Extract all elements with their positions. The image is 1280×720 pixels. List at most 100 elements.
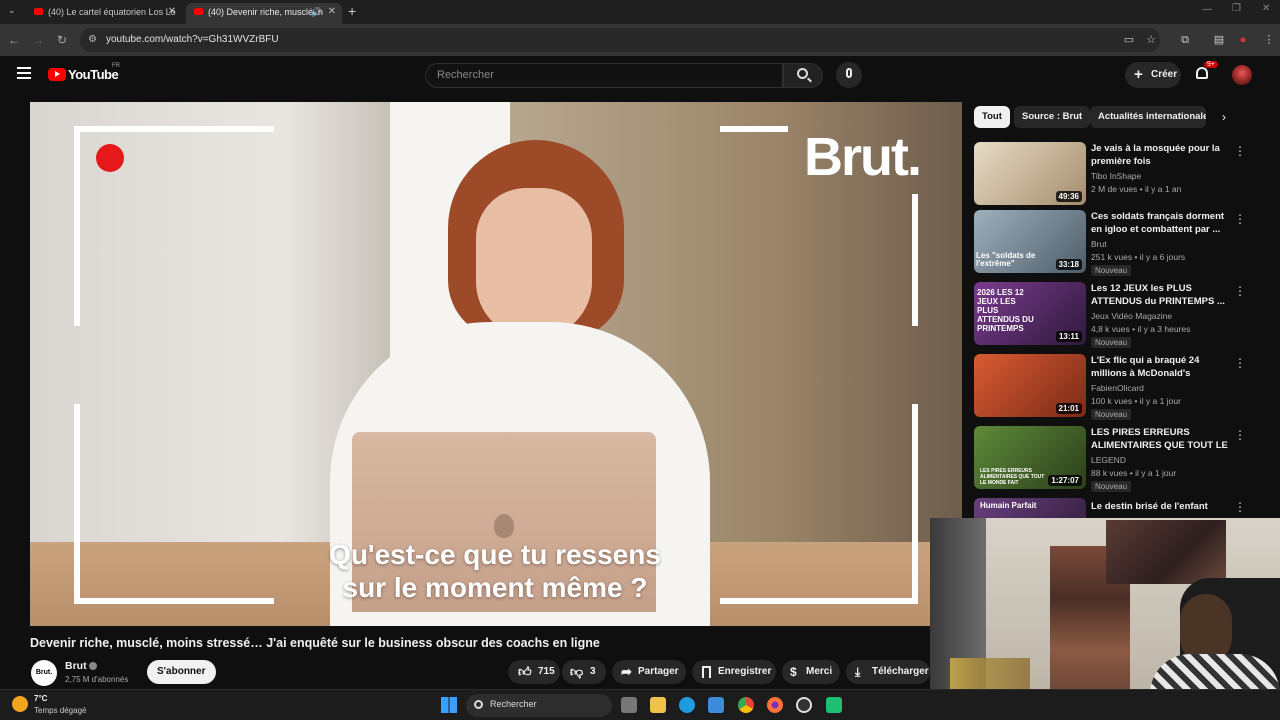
video-duration: 33:18 bbox=[1055, 259, 1082, 270]
recommendation-item[interactable]: Les "soldats de l'extrême" 33:18 Ces sol… bbox=[974, 210, 1246, 276]
sidebar-icon[interactable]: ▤ bbox=[1212, 33, 1226, 47]
download-button[interactable]: ⤓ Télécharger bbox=[846, 660, 930, 684]
create-button[interactable]: + Créer bbox=[1125, 62, 1181, 88]
site-info-icon[interactable]: ⚙ bbox=[88, 28, 97, 52]
thanks-label: Merci bbox=[806, 666, 833, 677]
chip-source-brut[interactable]: Source : Brut bbox=[1014, 106, 1091, 128]
new-badge: Nouveau bbox=[1091, 265, 1132, 276]
tab-current-video[interactable]: (40) Devenir riche, musclé, n 🔊 ✕ bbox=[186, 3, 342, 24]
video-thumbnail: 49:36 bbox=[974, 142, 1086, 205]
recommendation-item[interactable]: Humain Parfait Le destin brisé de l'enfa… bbox=[974, 498, 1244, 518]
more-options-icon[interactable]: ⋮ bbox=[1234, 356, 1246, 370]
windows-start-icon[interactable] bbox=[441, 697, 457, 713]
video-player[interactable]: Brut. Qu'est-ce que tu ressens sur le mo… bbox=[30, 102, 962, 626]
taskbar-search[interactable]: Rechercher bbox=[466, 694, 612, 717]
address-bar[interactable]: ⚙ youtube.com/watch?v=Gh31WVZrBFU bbox=[80, 28, 1160, 52]
share-button[interactable]: ➦ Partager bbox=[612, 660, 686, 684]
more-options-icon[interactable]: ⋮ bbox=[1234, 284, 1246, 298]
recommendation-item[interactable]: 2026 LES 12 JEUX LES PLUS ATTENDUS DU PR… bbox=[974, 282, 1246, 348]
search-input[interactable]: Rechercher bbox=[425, 63, 783, 88]
youtube-header: YouTube FR Rechercher + Créer 9+ bbox=[0, 56, 1280, 96]
tab-cartel[interactable]: (40) Le cartel équatorien Los Lo ✕ bbox=[26, 3, 182, 24]
chevron-right-icon[interactable]: › bbox=[1222, 110, 1226, 124]
thumbnail-caption: 2026 LES 12 JEUX LES PLUS ATTENDUS DU PR… bbox=[977, 288, 1034, 333]
voice-search-button[interactable] bbox=[836, 62, 862, 88]
extensions-icon[interactable]: ⧉ bbox=[1178, 33, 1192, 47]
chip-international-news[interactable]: Actualités internationales bbox=[1090, 106, 1206, 128]
reload-icon[interactable]: ↻ bbox=[54, 32, 70, 48]
video-title: Devenir riche, musclé, moins stressé… J'… bbox=[30, 636, 600, 650]
account-avatar[interactable] bbox=[1232, 65, 1252, 85]
more-options-icon[interactable]: ⋮ bbox=[1234, 212, 1246, 226]
download-icon: ⤓ bbox=[855, 665, 861, 679]
subscriber-count: 2,75 M d'abonnés bbox=[65, 675, 129, 684]
search-placeholder: Rechercher bbox=[437, 69, 494, 81]
chrome-icon[interactable] bbox=[738, 697, 754, 713]
recommendation-meta: 100 k vues • il y a 1 jour bbox=[1091, 396, 1181, 406]
video-duration: 21:01 bbox=[1055, 403, 1082, 414]
subscribe-button[interactable]: S'abonner bbox=[147, 660, 216, 684]
recommendation-meta: 251 k vues • il y a 6 jours bbox=[1091, 252, 1186, 262]
recommendation-title: Ces soldats français dorment en igloo et… bbox=[1091, 211, 1225, 235]
channel-avatar[interactable]: Brut. bbox=[31, 660, 57, 686]
dislike-button[interactable]: 👎︎ 3 bbox=[562, 660, 606, 684]
more-options-icon[interactable]: ⋮ bbox=[1234, 144, 1246, 158]
microsoft-store-icon[interactable] bbox=[708, 697, 724, 713]
like-count: 715 bbox=[538, 666, 555, 677]
bookmark-star-icon[interactable]: ☆ bbox=[1144, 33, 1158, 47]
recommendation-item[interactable]: 21:01 L'Ex flic qui a braqué 24 millions… bbox=[974, 354, 1246, 420]
person-face bbox=[476, 188, 592, 338]
file-explorer-icon[interactable] bbox=[650, 697, 666, 713]
more-options-icon[interactable]: ⋮ bbox=[1234, 500, 1244, 514]
task-view-icon[interactable] bbox=[621, 697, 637, 713]
new-badge: Nouveau bbox=[1091, 409, 1132, 420]
audio-playing-icon[interactable]: 🔊 bbox=[311, 3, 322, 21]
recommendation-title: Les 12 JEUX les PLUS ATTENDUS du PRINTEM… bbox=[1091, 283, 1225, 307]
tab-list-chevron-icon[interactable]: ⌄ bbox=[8, 5, 16, 16]
close-tab-icon[interactable]: ✕ bbox=[328, 3, 336, 21]
app-icon[interactable] bbox=[826, 697, 842, 713]
share-icon: ➦ bbox=[621, 664, 632, 679]
recommendation-title: Je vais à la mosquée pour la première fo… bbox=[1091, 143, 1220, 167]
restore-window-icon[interactable]: ❐ bbox=[1232, 3, 1241, 14]
forward-icon[interactable]: → bbox=[30, 32, 46, 48]
bell-icon bbox=[1196, 67, 1208, 79]
browser-toolbar: ← → ↻ ⚙ youtube.com/watch?v=Gh31WVZrBFU … bbox=[0, 24, 1280, 56]
obs-icon[interactable] bbox=[796, 697, 812, 713]
edge-icon[interactable] bbox=[679, 697, 695, 713]
recommendation-title: Le destin brisé de l'enfant bbox=[1091, 501, 1208, 512]
save-label: Enregistrer bbox=[718, 666, 772, 677]
notifications-button[interactable]: 9+ bbox=[1194, 61, 1218, 85]
weather-icon[interactable] bbox=[12, 696, 28, 712]
minimize-window-icon[interactable]: — bbox=[1202, 4, 1212, 15]
new-badge: Nouveau bbox=[1091, 337, 1132, 348]
recommendation-meta: 88 k vues • il y a 1 jour bbox=[1091, 468, 1177, 478]
close-window-icon[interactable]: ✕ bbox=[1262, 3, 1270, 14]
recommendation-item[interactable]: 49:36 Je vais à la mosquée pour la premi… bbox=[974, 142, 1246, 206]
recommendation-item[interactable]: LES PIRES ERREURS ALIMENTAIRES QUE TOUT … bbox=[974, 426, 1246, 492]
video-thumbnail: LES PIRES ERREURS ALIMENTAIRES QUE TOUT … bbox=[974, 426, 1086, 489]
thumbnail-caption: Les "soldats de l'extrême" bbox=[976, 251, 1036, 268]
cast-icon[interactable]: ▭ bbox=[1122, 33, 1136, 47]
video-duration: 1:27:07 bbox=[1048, 475, 1082, 486]
more-options-icon[interactable]: ⋮ bbox=[1234, 428, 1246, 442]
weather-temperature: 7°C bbox=[34, 694, 48, 703]
firefox-icon[interactable] bbox=[767, 697, 783, 713]
taskbar-search-label: Rechercher bbox=[490, 699, 537, 709]
chip-all[interactable]: Tout bbox=[974, 106, 1010, 128]
back-icon[interactable]: ← bbox=[6, 32, 22, 48]
create-label: Créer bbox=[1151, 69, 1178, 80]
close-tab-icon[interactable]: ✕ bbox=[168, 3, 176, 21]
channel-name[interactable]: Brut bbox=[65, 660, 87, 672]
youtube-favicon-icon bbox=[194, 8, 203, 15]
thanks-button[interactable]: $ Merci bbox=[782, 660, 840, 684]
profile-avatar-icon[interactable]: ● bbox=[1236, 33, 1250, 47]
save-button[interactable]: Enregistrer bbox=[692, 660, 776, 684]
tab-title: (40) Devenir riche, musclé, n bbox=[208, 7, 324, 17]
like-button[interactable]: 👍︎ 715 bbox=[508, 660, 560, 684]
hamburger-menu-icon[interactable] bbox=[17, 67, 31, 79]
browser-menu-icon[interactable]: ⋮ bbox=[1262, 33, 1276, 47]
new-tab-icon[interactable]: + bbox=[348, 3, 356, 19]
search-button[interactable] bbox=[783, 63, 823, 88]
new-badge: Nouveau bbox=[1091, 481, 1132, 492]
